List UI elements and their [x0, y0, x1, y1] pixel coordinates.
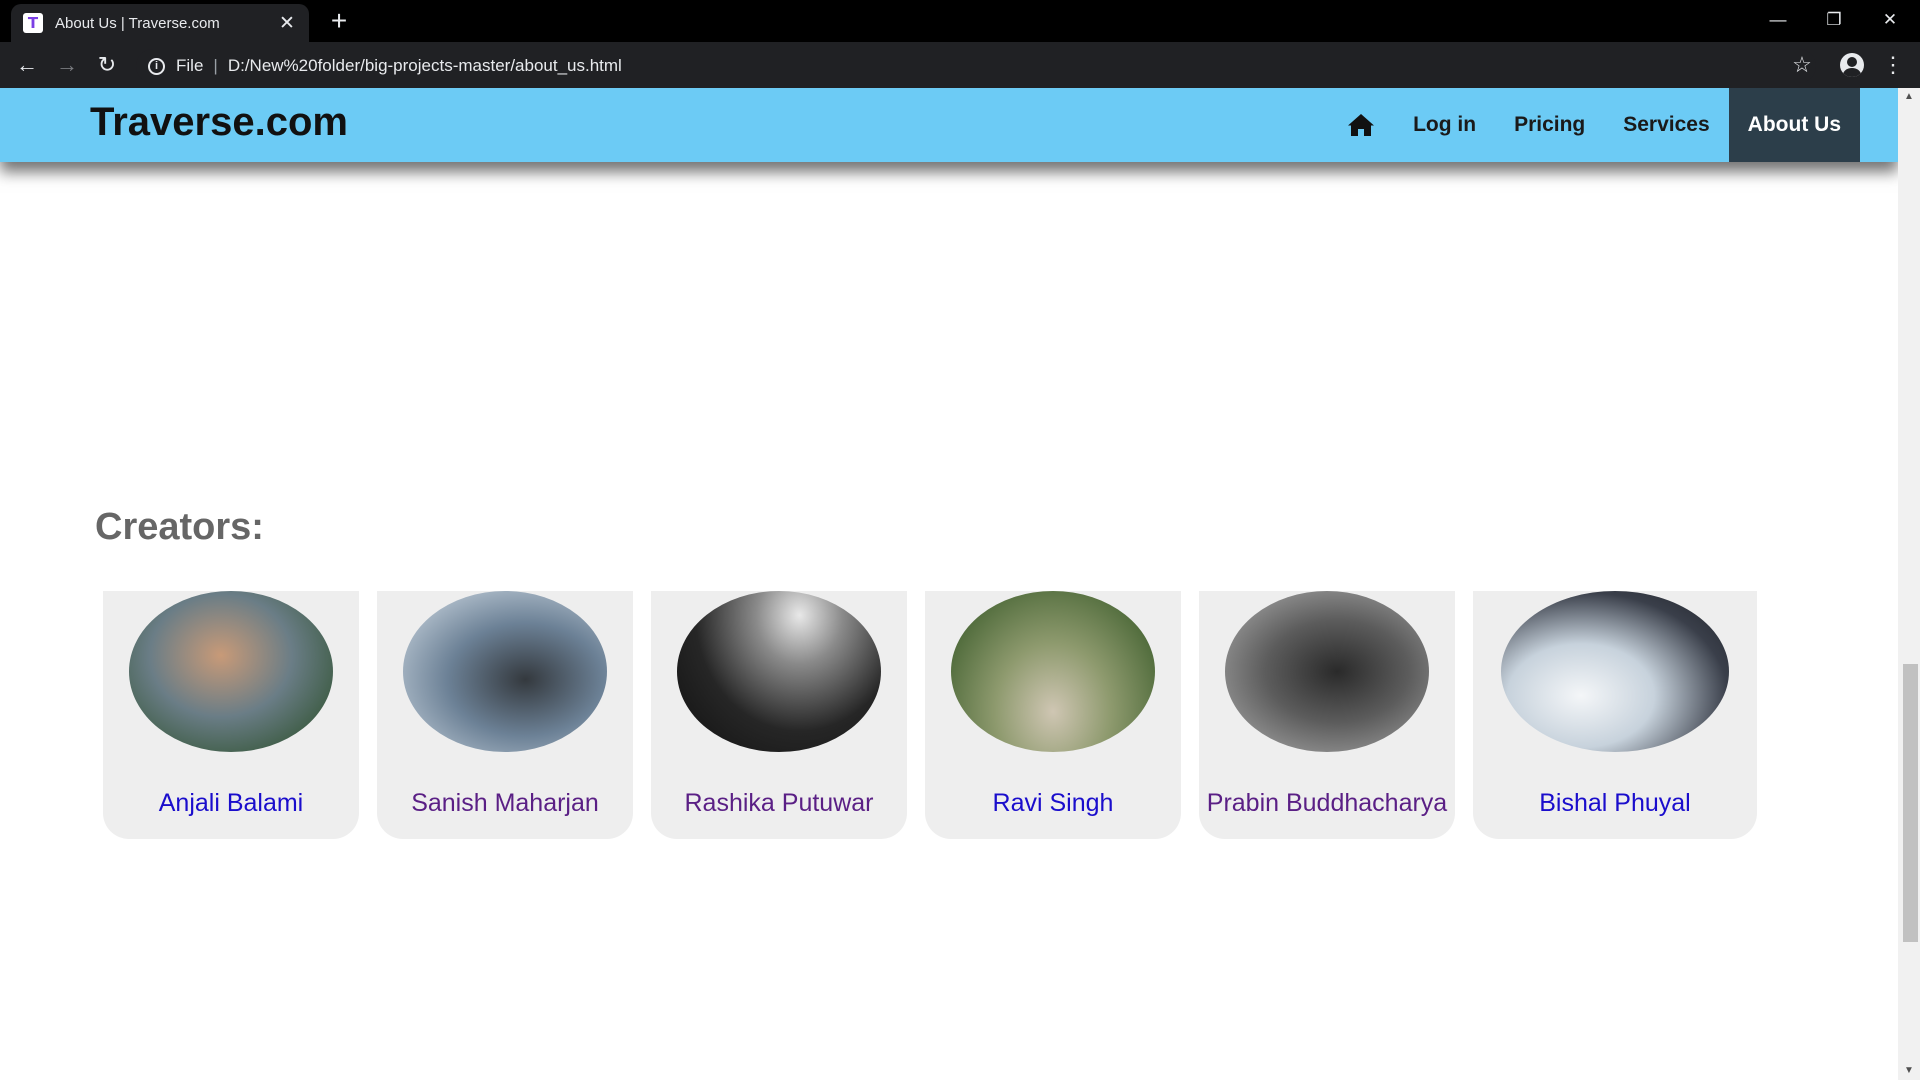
nav-home-link[interactable] — [1328, 88, 1394, 162]
creator-card: Sanish Maharjan — [377, 591, 633, 839]
page-viewport: Traverse.com Log in Pricing Services Abo… — [0, 88, 1920, 1080]
nav-services-link[interactable]: Services — [1604, 88, 1728, 162]
nav-pricing-link[interactable]: Pricing — [1495, 88, 1604, 162]
home-icon — [1348, 114, 1375, 136]
site-favicon-icon: T — [23, 13, 43, 33]
creator-name-link[interactable]: Rashika Putuwar — [651, 789, 907, 818]
creators-heading: Creators: — [95, 506, 264, 548]
creator-card: Prabin Buddhacharya — [1199, 591, 1455, 839]
bookmark-star-icon[interactable]: ☆ — [1785, 48, 1819, 82]
creator-name-link[interactable]: Sanish Maharjan — [377, 789, 633, 818]
creator-name-link[interactable]: Prabin Buddhacharya — [1199, 789, 1455, 818]
scroll-down-icon[interactable]: ▼ — [1898, 1062, 1920, 1080]
creator-name-link[interactable]: Ravi Singh — [925, 789, 1181, 818]
back-arrow-icon[interactable]: ← — [10, 48, 44, 82]
site-nav-links: Log in Pricing Services About Us — [1328, 88, 1860, 162]
page-scrollbar[interactable]: ▲ ▼ — [1898, 88, 1920, 1080]
creator-card: Rashika Putuwar — [651, 591, 907, 839]
creator-avatar — [129, 591, 333, 752]
scrollbar-thumb[interactable] — [1903, 664, 1918, 942]
browser-tab-strip: T About Us | Traverse.com ✕ + — ❐ ✕ — [0, 0, 1920, 42]
reload-icon[interactable]: ↻ — [90, 48, 124, 82]
creator-card: Anjali Balami — [103, 591, 359, 839]
new-tab-button[interactable]: + — [324, 6, 354, 36]
profile-avatar-icon[interactable] — [1835, 48, 1869, 82]
site-brand[interactable]: Traverse.com — [90, 100, 348, 145]
close-window-button[interactable]: ✕ — [1862, 0, 1918, 40]
browser-tab[interactable]: T About Us | Traverse.com ✕ — [11, 4, 309, 42]
nav-login-link[interactable]: Log in — [1394, 88, 1495, 162]
scheme-label: File — [176, 56, 204, 75]
creator-avatar — [1225, 591, 1429, 752]
creator-name-link[interactable]: Anjali Balami — [103, 789, 359, 818]
nav-about-link[interactable]: About Us — [1728, 88, 1860, 162]
creator-avatar — [403, 591, 607, 752]
address-separator: | — [213, 56, 218, 75]
creator-cards: Anjali Balami Sanish Maharjan Rashika Pu… — [103, 591, 1757, 839]
restore-window-button[interactable]: ❐ — [1806, 0, 1862, 40]
creator-avatar — [1501, 591, 1729, 752]
forward-arrow-icon[interactable]: → — [50, 48, 84, 82]
creator-avatar — [677, 591, 881, 752]
creator-name-link[interactable]: Bishal Phuyal — [1473, 789, 1757, 818]
url-text[interactable]: D:/New%20folder/big-projects-master/abou… — [228, 56, 622, 76]
site-info-icon[interactable]: i — [148, 57, 165, 75]
creator-card: Ravi Singh — [925, 591, 1181, 839]
browser-toolbar: ← → ↻ i File | D:/New%20folder/big-proje… — [0, 42, 1920, 88]
tab-title: About Us | Traverse.com — [55, 14, 220, 32]
creator-card: Bishal Phuyal — [1473, 591, 1757, 839]
minimize-window-button[interactable]: — — [1750, 0, 1806, 40]
creator-avatar — [951, 591, 1155, 752]
browser-menu-icon[interactable]: ⋮ — [1876, 48, 1910, 82]
address-bar[interactable]: i File | D:/New%20folder/big-projects-ma… — [136, 49, 1816, 83]
scroll-up-icon[interactable]: ▲ — [1898, 88, 1920, 106]
site-navbar: Traverse.com Log in Pricing Services Abo… — [0, 88, 1898, 162]
close-tab-icon[interactable]: ✕ — [277, 12, 297, 35]
favicon-glyph: T — [27, 14, 39, 32]
